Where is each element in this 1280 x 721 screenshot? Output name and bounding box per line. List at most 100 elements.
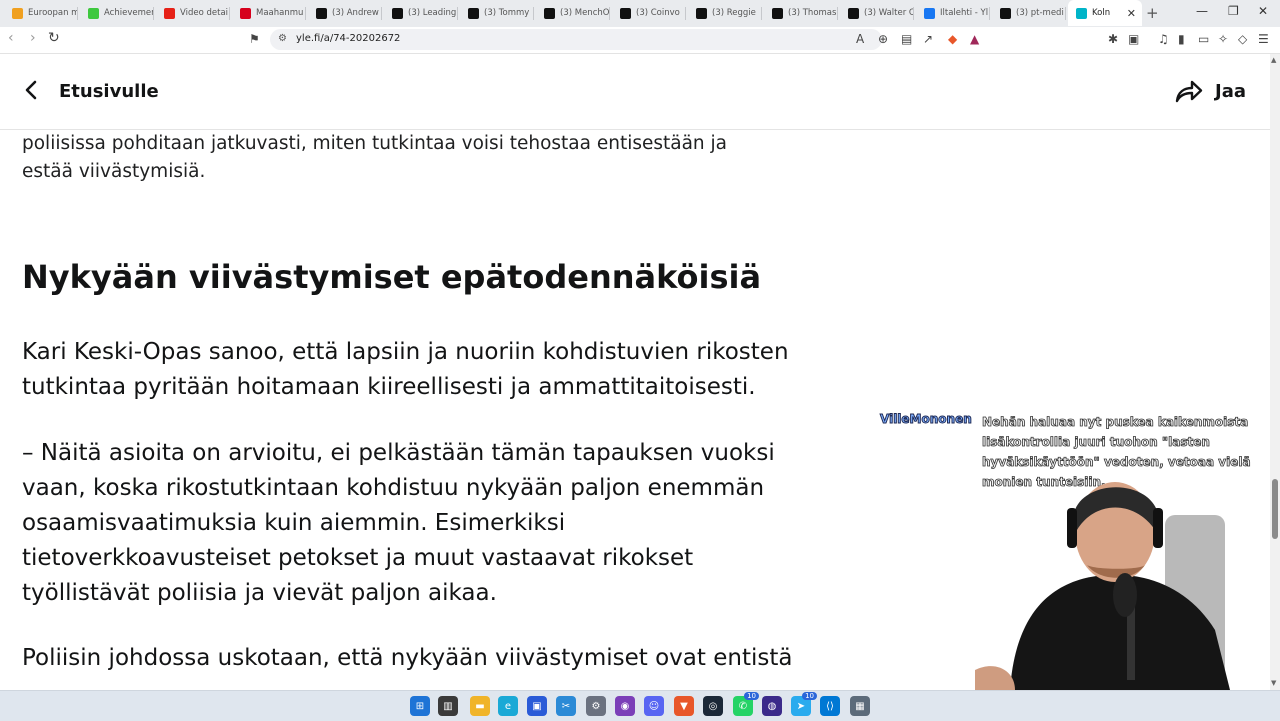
minimize-icon[interactable]: —: [1196, 4, 1208, 18]
translate-icon[interactable]: A: [856, 32, 864, 46]
brave-icon[interactable]: ▼: [674, 696, 694, 716]
start-icon[interactable]: ⊞: [410, 696, 430, 716]
bookmark-icon[interactable]: ⚑: [249, 32, 260, 46]
zoom-icon[interactable]: ⊕: [878, 32, 888, 46]
app-icon[interactable]: ◍: [762, 696, 782, 716]
x-icon: [316, 7, 327, 19]
snipping-icon[interactable]: ✂: [556, 696, 576, 716]
share-button[interactable]: Jaa: [1215, 81, 1246, 102]
sidebar-icon[interactable]: ▮: [1178, 32, 1185, 46]
il-icon: [240, 7, 251, 19]
tab-divider: [685, 7, 686, 20]
tab-divider: [1065, 7, 1066, 20]
tab-title: (3) Andrew: [332, 8, 379, 18]
menu-icon[interactable]: ☰: [1258, 32, 1269, 46]
tab-title: (3) MenchO: [560, 8, 610, 18]
webcam-overlay: [975, 482, 1230, 690]
reload-icon[interactable]: ↻: [48, 30, 60, 46]
tab-title: (3) Coinvo: [636, 8, 680, 18]
tab-title: (3) Reggie: [712, 8, 756, 18]
notification-badge: 10: [744, 692, 759, 700]
media-icon[interactable]: ♫: [1158, 32, 1169, 46]
tab-title: Video detai: [180, 8, 229, 18]
screenshot-icon[interactable]: ▣: [1128, 32, 1139, 46]
browser-tab[interactable]: (3) Tommy: [460, 0, 534, 26]
paragraph: Poliisin johdossa uskotaan, että nykyään…: [22, 645, 793, 671]
browser-toolbar: ‹ › ↻ ⚑ ⚙ yle.fi/a/74-20202672 A ⊕ ▤ ↗ ◆…: [0, 27, 1280, 54]
tab-title: (3) Leading: [408, 8, 457, 18]
steam-icon[interactable]: ◎: [703, 696, 723, 716]
reader-icon[interactable]: ▤: [901, 32, 912, 46]
tab-title: (3) Walter C: [864, 8, 914, 18]
task-view-icon[interactable]: ▥: [438, 696, 458, 716]
browser-tab[interactable]: (3) Thomas: [764, 0, 838, 26]
brave-shield-icon[interactable]: ◆: [948, 32, 957, 46]
browser-tab[interactable]: (3) Coinvo: [612, 0, 686, 26]
whatsapp-icon[interactable]: ✆ 10: [733, 692, 759, 716]
browser-tab[interactable]: (3) MenchO: [536, 0, 610, 26]
browser-tab[interactable]: Koln ✕: [1068, 0, 1142, 26]
close-tab-icon[interactable]: ✕: [1127, 7, 1136, 20]
file-explorer-icon[interactable]: ▬: [470, 696, 490, 716]
tab-title: (3) Thomas: [788, 8, 837, 18]
settings-icon[interactable]: ⚙: [586, 696, 606, 716]
x-icon: [544, 7, 555, 19]
tab-divider: [761, 7, 762, 20]
browser-tab[interactable]: Video detai: [156, 0, 230, 26]
share-page-icon[interactable]: ↗: [923, 32, 933, 46]
discord-icon[interactable]: ☺: [644, 696, 664, 716]
browser-tab[interactable]: (3) Walter C: [840, 0, 914, 26]
tab-title: Iltalehti - Yl: [940, 8, 989, 18]
leo-ai-icon[interactable]: ✧: [1218, 32, 1228, 46]
vscode-icon[interactable]: ⟨⟩: [820, 696, 840, 716]
edge-icon[interactable]: e: [498, 696, 518, 716]
extensions-icon[interactable]: ✱: [1108, 32, 1118, 46]
restore-icon[interactable]: ❐: [1228, 4, 1239, 18]
forward-nav-icon[interactable]: ›: [30, 30, 36, 46]
tab-divider: [609, 7, 610, 20]
browser-tab[interactable]: Iltalehti - Yl: [916, 0, 990, 26]
vpn-icon[interactable]: ◇: [1238, 32, 1247, 46]
chat-username: VilleMononen: [880, 412, 973, 427]
browser-tab[interactable]: (3) pt-medi: [992, 0, 1066, 26]
notification-badge: 10: [802, 692, 817, 700]
browser-tab[interactable]: Achievemen: [80, 0, 154, 26]
yle-icon: [12, 7, 23, 19]
calculator-icon[interactable]: ▦: [850, 696, 870, 716]
browser-tab[interactable]: Maahanmu: [232, 0, 306, 26]
x-icon: [696, 7, 707, 19]
url-text: yle.fi/a/74-20202672: [296, 33, 401, 44]
browser-tab[interactable]: (3) Reggie: [688, 0, 762, 26]
browser-tab[interactable]: (3) Andrew: [308, 0, 382, 26]
tab-title: (3) Tommy: [484, 8, 530, 18]
paragraph: Kari Keski-Opas sanoo, että lapsiin ja n…: [22, 339, 789, 400]
x-icon: [468, 7, 479, 19]
chevron-left-icon[interactable]: [22, 76, 40, 104]
new-tab-button[interactable]: +: [1146, 4, 1159, 22]
telegram-icon[interactable]: ➤ 10: [791, 692, 817, 716]
paragraph: poliisissa pohditaan jatkuvasti, miten t…: [22, 133, 728, 182]
obs-icon[interactable]: ◉: [615, 696, 635, 716]
tab-divider: [153, 7, 154, 20]
x-icon: [772, 7, 783, 19]
yle-icon: [1076, 7, 1087, 19]
browser-tab[interactable]: (3) Leading: [384, 0, 458, 26]
wallet-icon[interactable]: ▭: [1198, 32, 1209, 46]
address-bar[interactable]: ⚙ yle.fi/a/74-20202672: [270, 29, 882, 50]
windows-taskbar: ⊞ ▥ ▬ e ▣ ✂ ⚙ ◉ ☺ ▼ ◎ ✆ 10 ◍ ➤ 10 ⟨⟩ ▦: [0, 690, 1280, 721]
back-nav-icon[interactable]: ‹: [8, 30, 14, 46]
share-icon[interactable]: [1174, 78, 1204, 104]
facebook-icon: [924, 7, 935, 19]
browser-tab[interactable]: Euroopan m: [4, 0, 78, 26]
tab-divider: [533, 7, 534, 20]
scroll-up-icon[interactable]: ▲: [1271, 56, 1276, 64]
tab-title: Koln: [1092, 8, 1111, 18]
site-settings-icon[interactable]: ⚙: [278, 33, 287, 44]
store-icon[interactable]: ▣: [527, 696, 547, 716]
brave-rewards-icon[interactable]: ▲: [970, 32, 979, 46]
close-window-icon[interactable]: ✕: [1258, 4, 1268, 18]
tab-title: (3) pt-medi: [1016, 8, 1064, 18]
back-to-home-link[interactable]: Etusivulle: [59, 81, 159, 102]
x-icon: [1000, 7, 1011, 19]
tab-divider: [229, 7, 230, 20]
